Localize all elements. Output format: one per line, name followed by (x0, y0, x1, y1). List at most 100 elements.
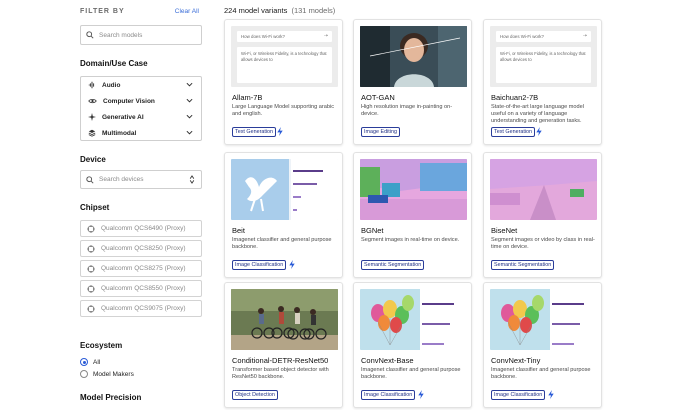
variant-count: 224 model variants (224, 6, 288, 15)
layers-icon (88, 129, 96, 137)
chip-icon (87, 264, 95, 273)
chipset-label: Qualcomm QCS8275 (Proxy) (101, 265, 186, 272)
task-tag[interactable]: Text Generation (232, 127, 277, 137)
ecosystem-option-all[interactable]: All (80, 358, 100, 366)
segmentation-image (360, 159, 467, 220)
audio-wave-icon (88, 81, 95, 89)
model-thumbnail: How does Wi-Fi work? ⇢ Wi-Fi, or Wireles… (490, 26, 597, 87)
domain-item-generative-ai[interactable]: Generative AI (81, 109, 201, 125)
model-name: AOT-GAN (361, 93, 395, 102)
search-icon (86, 175, 94, 184)
send-icon: ⇢ (582, 33, 587, 39)
task-tag[interactable]: Object Detection (232, 390, 278, 400)
task-tag[interactable]: Image Classification (361, 390, 416, 400)
prediction-bars (293, 165, 333, 217)
model-thumbnail (231, 289, 338, 350)
model-card-convnext-base[interactable]: ConvNext-Base Imagenet classifier and ge… (353, 282, 472, 408)
model-card-aot-gan[interactable]: AOT-GAN High resolution image in-paintin… (353, 19, 472, 145)
model-name: Allam-7B (232, 93, 263, 102)
task-tag[interactable]: Text Generation (491, 127, 536, 137)
model-description: Large Language Model supporting arabic a… (232, 104, 335, 117)
chipset-item[interactable]: Qualcomm QCS8275 (Proxy) (80, 260, 202, 277)
search-icon (86, 31, 94, 39)
model-card-convnext-tiny[interactable]: ConvNext-Tiny Imagenet classifier and ge… (483, 282, 602, 408)
chipset-item[interactable]: Qualcomm QCS9075 (Proxy) (80, 300, 202, 317)
cyclists-detection-image (231, 289, 338, 350)
chat-question: How does Wi-Fi work? ⇢ (496, 31, 591, 42)
model-card-allam-7b[interactable]: How does Wi-Fi work? ⇢ Wi-Fi, or Wireles… (224, 19, 343, 145)
chat-question: How does Wi-Fi work? ⇢ (237, 31, 332, 42)
precision-section-title: Model Precision (80, 393, 142, 402)
chevron-down-icon (186, 82, 193, 87)
domain-item-audio[interactable]: Audio (81, 77, 201, 93)
sparkle-icon (88, 113, 96, 121)
model-name: BiseNet (491, 226, 518, 235)
model-card-beit[interactable]: Beit Imagenet classifier and general pur… (224, 152, 343, 278)
task-tag[interactable]: Image Classification (491, 390, 546, 400)
chipset-item[interactable]: Qualcomm QCS8550 (Proxy) (80, 280, 202, 297)
chipset-item[interactable]: Qualcomm QCS8250 (Proxy) (80, 240, 202, 257)
model-search-input[interactable] (99, 31, 194, 39)
model-description: State-of-the-art large language model us… (491, 104, 584, 124)
lightning-bolt-icon (289, 260, 295, 269)
domain-section-title: Domain/Use Case (80, 59, 148, 68)
chipset-label: Qualcomm QCS8250 (Proxy) (101, 245, 186, 252)
task-tag[interactable]: Image Editing (361, 127, 400, 137)
model-name: BGNet (361, 226, 384, 235)
domain-label: Audio (102, 81, 121, 89)
chevron-down-icon (186, 98, 193, 103)
model-name: Beit (232, 226, 245, 235)
chat-question-text: How does Wi-Fi work? (500, 34, 544, 39)
chip-icon (87, 244, 95, 253)
model-description: Imagenet classifier and general purpose … (232, 237, 332, 250)
ecosystem-section-title: Ecosystem (80, 341, 123, 350)
model-thumbnail (231, 159, 338, 220)
model-card-baichuan2-7b[interactable]: How does Wi-Fi work? ⇢ Wi-Fi, or Wireles… (483, 19, 602, 145)
chipset-label: Qualcomm QCS9075 (Proxy) (101, 305, 186, 312)
radio-unselected[interactable] (80, 370, 88, 378)
filter-sidebar: FILTER BY Clear All Domain/Use Case Audi… (0, 0, 215, 410)
model-description: Segment images in real-time on device. (361, 237, 460, 243)
task-tag[interactable]: Image Classification (232, 260, 287, 270)
clear-all-link[interactable]: Clear All (175, 8, 199, 15)
model-card-bisenet[interactable]: BiseNet Segment images or video by class… (483, 152, 602, 278)
model-description: Segment images or video by class in real… (491, 237, 595, 250)
portrait-image (360, 26, 467, 87)
chat-answer: Wi-Fi, or Wireless Fidelity, is a techno… (496, 47, 591, 83)
task-tag[interactable]: Semantic Segmentation (491, 260, 555, 270)
chipset-label: Qualcomm QCS6490 (Proxy) (101, 225, 186, 232)
results-count: 224 model variants (131 models) (224, 6, 335, 15)
segmentation-image (490, 159, 597, 220)
model-card-bgnet[interactable]: BGNet Segment images in real-time on dev… (353, 152, 472, 278)
model-thumbnail (360, 289, 467, 350)
model-search-box[interactable] (80, 25, 202, 45)
lightning-bolt-icon (277, 127, 283, 136)
domain-label: Multimodal (102, 129, 137, 137)
send-icon: ⇢ (323, 33, 328, 39)
chat-question-text: How does Wi-Fi work? (241, 34, 285, 39)
domain-item-multimodal[interactable]: Multimodal (81, 125, 201, 141)
ecosystem-option-model-makers[interactable]: Model Makers (80, 370, 134, 378)
model-thumbnail (360, 26, 467, 87)
radio-label: Model Makers (93, 370, 134, 378)
chip-icon (87, 224, 95, 233)
device-search-select[interactable]: Search devices (80, 170, 202, 189)
model-description: Imagenet classifier and general purpose … (491, 367, 591, 380)
domain-filter-list: Audio Computer Vision Generative AI Mult… (80, 76, 202, 141)
model-count: (131 models) (291, 6, 336, 15)
prediction-bars (422, 295, 462, 350)
model-card-conditional-detr-resnet50[interactable]: Conditional-DETR-ResNet50 Transformer ba… (224, 282, 343, 408)
chipset-item[interactable]: Qualcomm QCS6490 (Proxy) (80, 220, 202, 237)
model-description: Transformer based object detector with R… (232, 367, 329, 380)
chevron-down-icon (186, 130, 193, 135)
prediction-bars (552, 295, 592, 350)
task-tag[interactable]: Semantic Segmentation (361, 260, 425, 270)
lightning-bolt-icon (418, 390, 424, 399)
eye-icon (88, 98, 97, 104)
model-name: Conditional-DETR-ResNet50 (232, 356, 329, 365)
filter-by-title: FILTER BY (80, 8, 125, 15)
domain-item-computer-vision[interactable]: Computer Vision (81, 93, 201, 109)
model-name: ConvNext-Tiny (491, 356, 541, 365)
filter-header: FILTER BY Clear All (80, 8, 199, 15)
radio-selected[interactable] (80, 358, 88, 366)
